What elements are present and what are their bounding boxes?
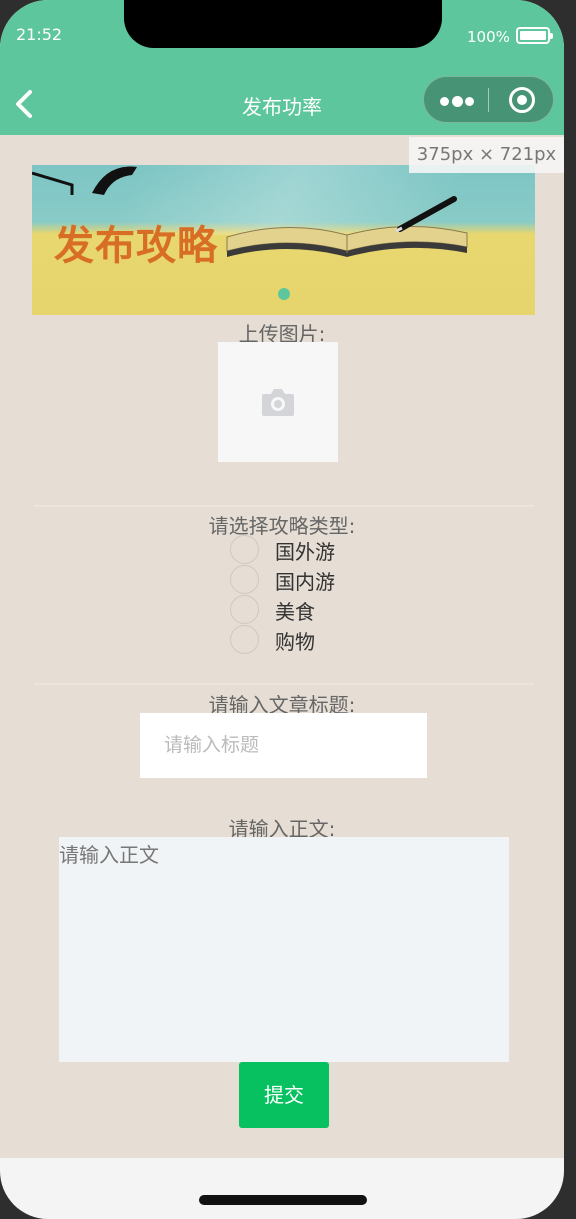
nav-bar: 21:52 100% 发布功率 xyxy=(0,0,564,135)
status-time: 21:52 xyxy=(16,25,63,44)
radio-circle[interactable] xyxy=(230,625,259,654)
title-input[interactable]: 请输入标题 xyxy=(140,713,427,778)
devtools-dimension-badge: 375px × 721px xyxy=(409,137,564,173)
more-dots-icon xyxy=(465,97,474,106)
target-close-icon-center xyxy=(517,95,527,105)
banner-title: 发布攻略 xyxy=(54,223,218,269)
radio-circle[interactable] xyxy=(230,565,259,594)
mini-program-capsule xyxy=(423,76,554,123)
radio-label: 国外游 xyxy=(275,540,335,564)
battery-percent: 100% xyxy=(467,28,510,46)
divider xyxy=(34,683,534,685)
upload-image-button[interactable] xyxy=(218,342,338,462)
swiper-indicator-dot[interactable] xyxy=(278,288,290,300)
lamp-illustration xyxy=(32,166,137,195)
radio-label: 购物 xyxy=(275,630,315,654)
radio-circle[interactable] xyxy=(230,595,259,624)
more-dots-icon xyxy=(452,96,463,107)
divider xyxy=(34,505,534,507)
device-notch xyxy=(124,0,442,48)
submit-button[interactable]: 提交 xyxy=(239,1062,329,1128)
more-dots-icon xyxy=(440,97,449,106)
radio-label: 国内游 xyxy=(275,570,335,594)
battery-icon xyxy=(516,27,553,44)
pen-illustration xyxy=(395,196,457,233)
body-textarea[interactable]: 请输入正文 xyxy=(59,837,509,1062)
phone-frame: 21:52 100% 发布功率 发布攻略 375px × 721px 上传图片:… xyxy=(0,0,564,1219)
type-select-label: 请选择攻略类型: xyxy=(208,514,356,538)
home-indicator xyxy=(199,1195,367,1205)
radio-label: 美食 xyxy=(275,600,315,624)
radio-circle[interactable] xyxy=(230,535,259,564)
more-button[interactable] xyxy=(424,77,488,124)
camera-icon xyxy=(262,389,294,416)
close-button[interactable] xyxy=(489,77,553,124)
